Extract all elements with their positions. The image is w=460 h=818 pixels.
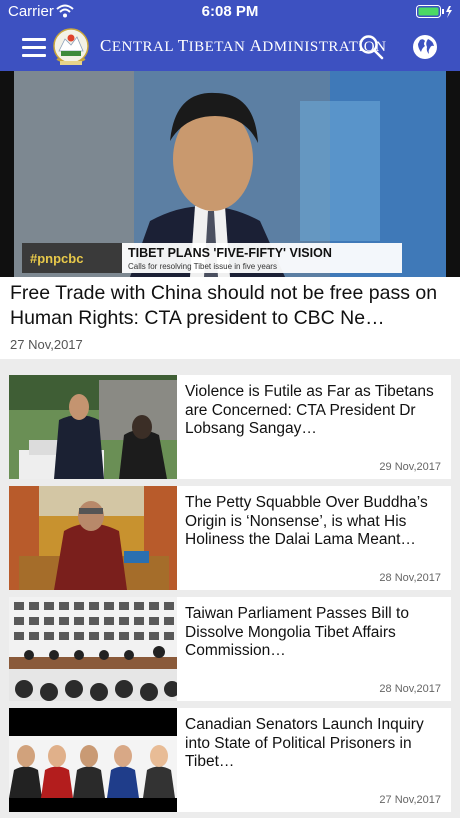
app-header: Carrier 6:08 PM CENTRAL TIBETAN ADMINIST… (0, 0, 460, 71)
article-date: 29 Nov,2017 (379, 461, 441, 473)
image-caption-subtitle: Calls for resolving Tibet issue in five … (128, 262, 277, 271)
featured-article-image[interactable]: #pnpcbc TIBET PLANS 'FIVE-FIFTY' VISION … (0, 71, 460, 277)
globe-icon[interactable] (412, 34, 438, 60)
status-time: 6:08 PM (201, 3, 259, 20)
article-date: 28 Nov,2017 (379, 572, 441, 584)
app-title: CENTRAL TIBETAN ADMINISTRATION (100, 36, 387, 55)
menu-icon[interactable] (22, 38, 46, 57)
article-card[interactable]: The Petty Squabble Over Buddha’s Origin … (9, 486, 451, 590)
featured-article[interactable]: #pnpcbc TIBET PLANS 'FIVE-FIFTY' VISION … (0, 71, 460, 359)
article-card[interactable]: Taiwan Parliament Passes Bill to Dissolv… (9, 597, 451, 701)
article-title[interactable]: Taiwan Parliament Passes Bill to Dissolv… (185, 605, 447, 661)
image-caption-logo: #pnpcbc (30, 251, 83, 266)
article-title[interactable]: Canadian Senators Launch Inquiry into St… (185, 716, 447, 772)
battery-icon (416, 5, 452, 18)
article-title[interactable]: Violence is Futile as Far as Tibetans ar… (185, 383, 447, 439)
article-title[interactable]: The Petty Squabble Over Buddha’s Origin … (185, 494, 447, 550)
article-thumbnail[interactable] (9, 375, 177, 479)
image-caption-title: TIBET PLANS 'FIVE-FIFTY' VISION (128, 246, 332, 260)
article-card[interactable]: Violence is Futile as Far as Tibetans ar… (9, 375, 451, 479)
article-date: 27 Nov,2017 (379, 794, 441, 806)
article-card[interactable]: Canadian Senators Launch Inquiry into St… (9, 708, 451, 812)
article-thumbnail[interactable] (9, 708, 177, 812)
featured-article-title[interactable]: Free Trade with China should not be free… (10, 281, 455, 331)
article-thumbnail[interactable] (9, 597, 177, 701)
featured-article-date: 27 Nov,2017 (10, 337, 83, 352)
article-date: 28 Nov,2017 (379, 683, 441, 695)
article-thumbnail[interactable] (9, 486, 177, 590)
navigation-bar: CENTRAL TIBETAN ADMINISTRATION (0, 24, 460, 71)
status-bar: Carrier 6:08 PM (0, 0, 460, 24)
search-icon[interactable] (358, 34, 384, 60)
cta-emblem-logo[interactable] (52, 27, 90, 67)
